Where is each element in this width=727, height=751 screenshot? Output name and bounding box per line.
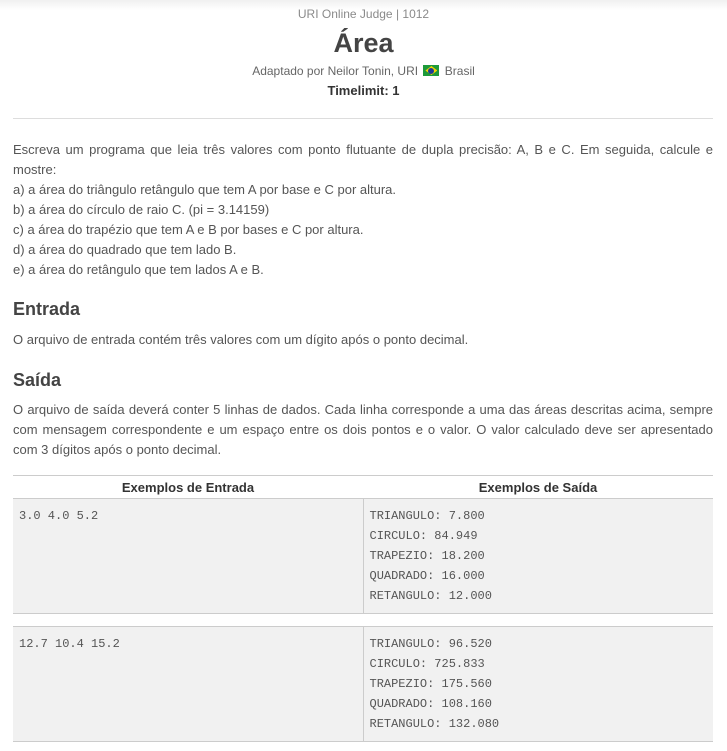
problem-description: Escreva um programa que leia três valore… [13,140,713,280]
problem-header: URI Online Judge | 1012 Área Adaptado po… [0,7,727,99]
problem-page: URI Online Judge | 1012 Área Adaptado po… [0,0,727,751]
description-item: a) a área do triângulo retângulo que tem… [13,182,397,197]
samples-table-1: Exemplos de Entrada Exemplos de Saída 3.… [13,475,713,614]
input-section-text: O arquivo de entrada contém três valores… [13,332,469,347]
sample-output-line: QUADRADO: 16.000 [369,569,485,583]
description-item: d) a área do quadrado que tem lado B. [13,242,237,257]
brazil-flag-icon [423,65,440,76]
samples-header-input: Exemplos de Entrada [13,475,363,499]
timelimit: Timelimit: 1 [327,83,400,98]
country-name: Brasil [444,64,475,78]
sample-output-line: RETANGULO: 132.080 [369,717,500,731]
sample-input[interactable]: 3.0 4.0 5.2 [13,498,363,614]
author-text: Adaptado por Neilor Tonin, URI [252,64,419,78]
sample-output-line: RETANGULO: 12.000 [369,589,492,603]
table-row: 3.0 4.0 5.2 TRIANGULO: 7.800 CIRCULO: 84… [13,498,713,614]
sample-output-line: TRAPEZIO: 18.200 [369,549,485,563]
description-item: b) a área do círculo de raio C. (pi = 3.… [13,202,270,217]
sample-output[interactable]: TRIANGULO: 7.800 CIRCULO: 84.949 TRAPEZI… [362,498,713,614]
sample-output-line: QUADRADO: 108.160 [369,697,492,711]
sample-input-line: 3.0 4.0 5.2 [19,509,99,523]
sample-output-line: TRIANGULO: 7.800 [369,509,485,523]
judge-breadcrumb: URI Online Judge | 1012 [297,7,430,21]
sample-output-line: CIRCULO: 84.949 [369,529,478,543]
samples-table-2: 12.7 10.4 15.2 TRIANGULO: 96.520 CIRCULO… [13,626,713,742]
output-section-text: O arquivo de saída deverá conter 5 linha… [13,402,713,457]
sample-output[interactable]: TRIANGULO: 96.520 CIRCULO: 725.833 TRAPE… [362,626,713,742]
description-intro: Escreva um programa que leia três valore… [13,142,713,177]
description-item: c) a área do trapézio que tem A e B por … [13,222,364,237]
description-item: e) a área do retângulo que tem lados A e… [13,262,264,277]
problem-author: Adaptado por Neilor Tonin, URI Brasil [0,63,727,79]
output-section-title: Saída [13,370,62,390]
table-row: 12.7 10.4 15.2 TRIANGULO: 96.520 CIRCULO… [13,626,713,742]
sample-output-line: TRAPEZIO: 175.560 [369,677,492,691]
sample-output-line: CIRCULO: 725.833 [369,657,485,671]
sample-input[interactable]: 12.7 10.4 15.2 [13,626,363,742]
input-section-title: Entrada [13,299,81,319]
samples-header-output: Exemplos de Saída [363,475,713,499]
sample-output-line: TRIANGULO: 96.520 [369,637,492,651]
header-divider [13,118,713,119]
sample-input-line: 12.7 10.4 15.2 [19,637,120,651]
problem-title: Área [333,28,394,58]
